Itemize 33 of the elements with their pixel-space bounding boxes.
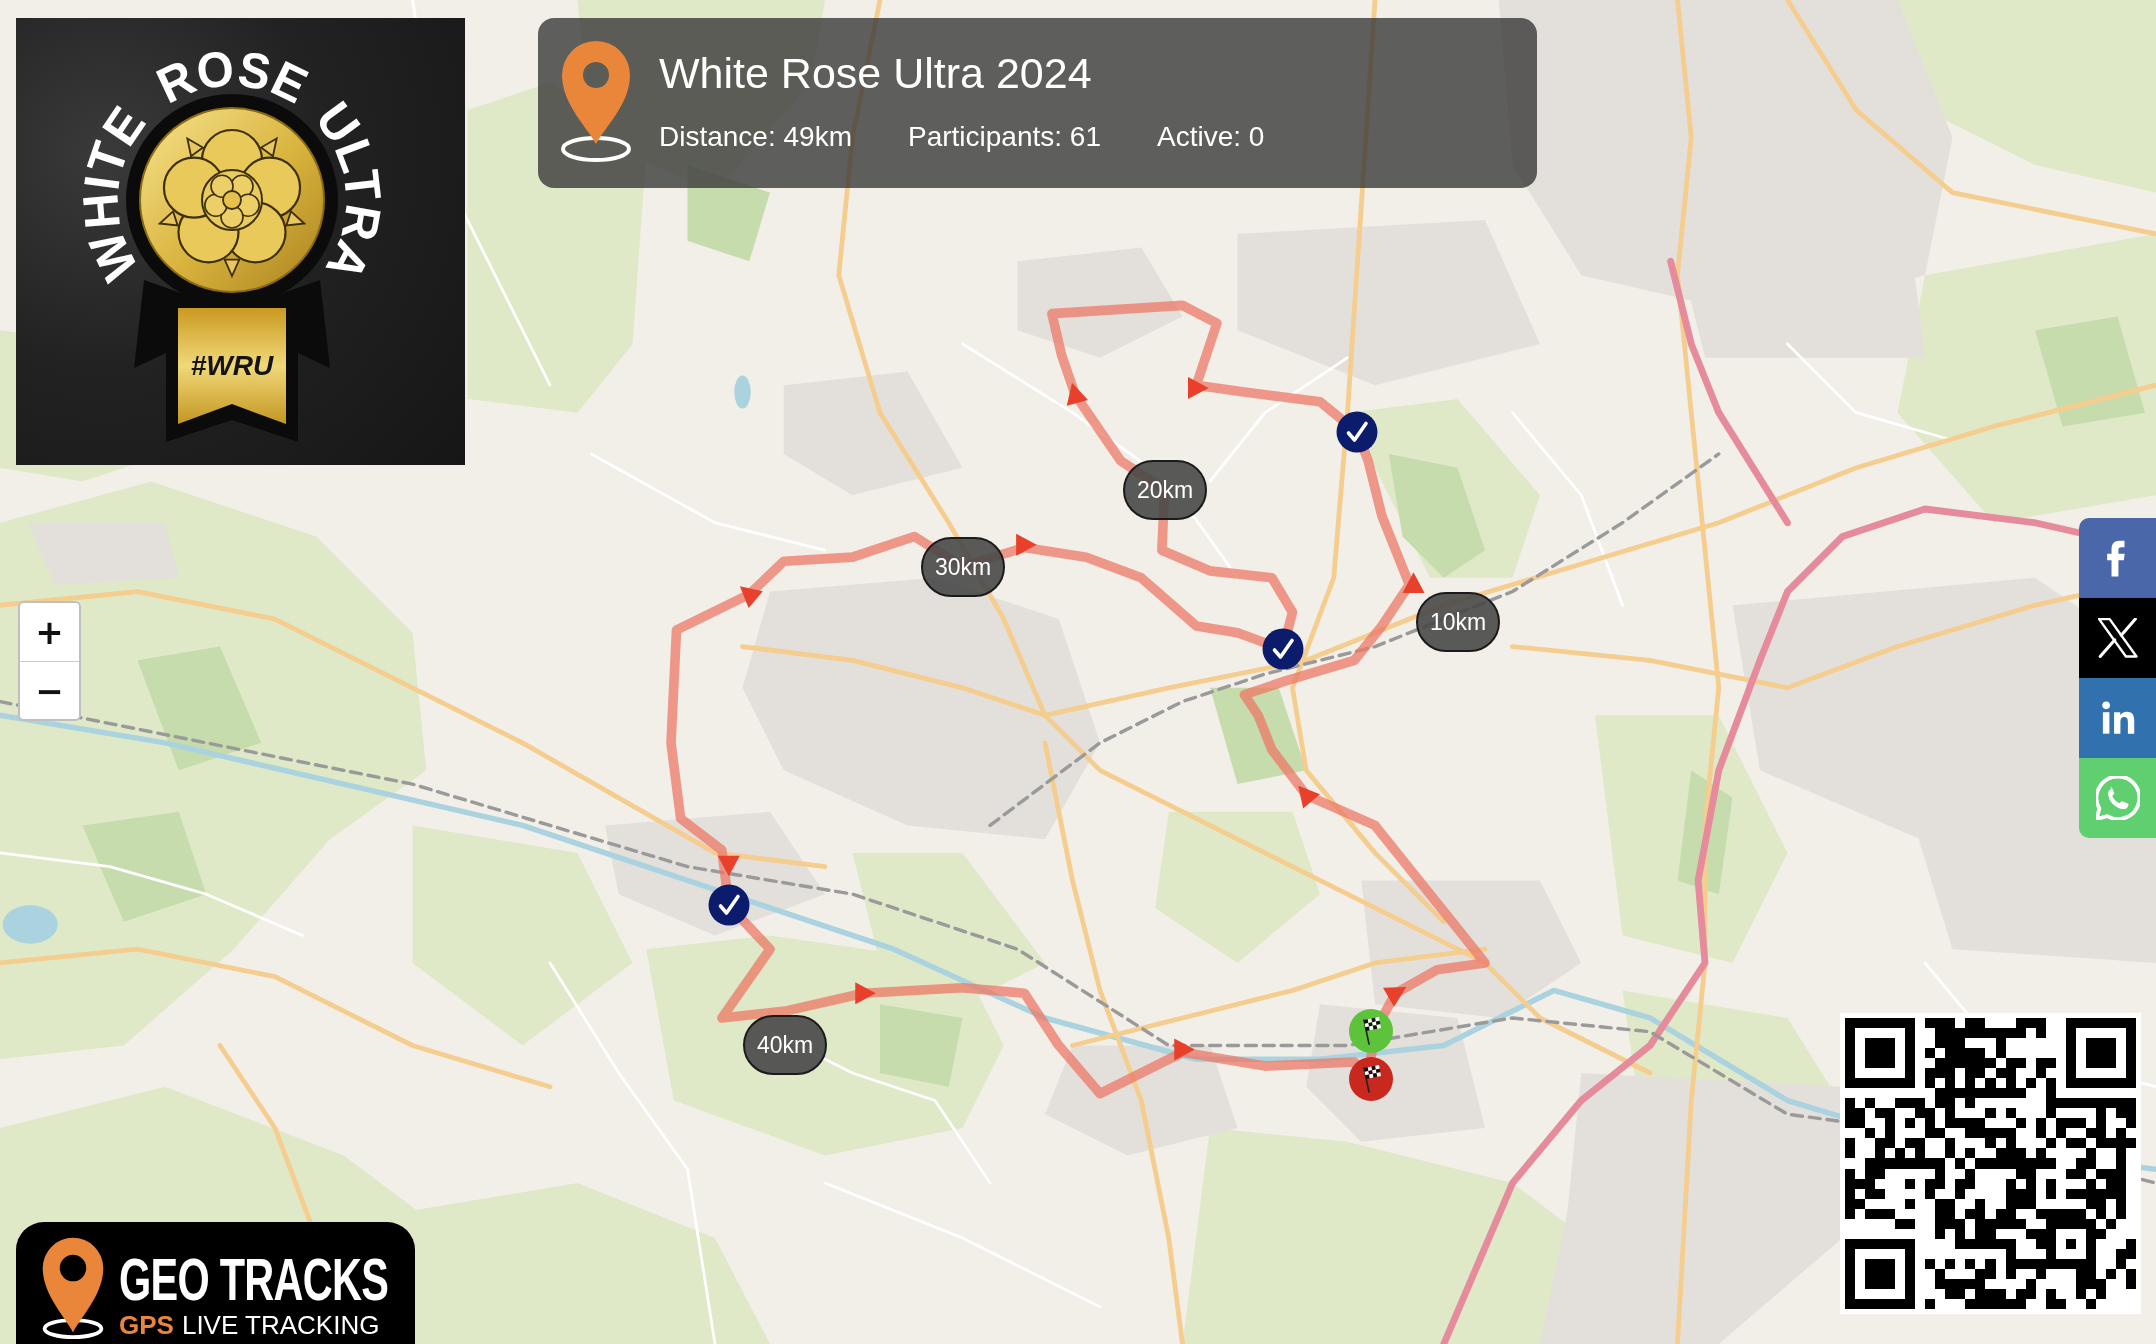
finish-flag-icon bbox=[1349, 1057, 1393, 1101]
direction-arrow-icon bbox=[1298, 785, 1320, 809]
brand-name: GEO TRACKS bbox=[119, 1250, 389, 1310]
checkpoint-icon bbox=[1336, 411, 1378, 453]
linkedin-icon bbox=[2100, 701, 2135, 735]
start-flag-icon bbox=[1349, 1009, 1393, 1053]
x-share-button[interactable] bbox=[2079, 598, 2156, 678]
lake bbox=[734, 375, 751, 409]
direction-arrow-icon bbox=[1066, 382, 1088, 406]
whatsapp-icon bbox=[2095, 776, 2140, 820]
zoom-out-button[interactable]: − bbox=[20, 661, 79, 719]
event-stat: Active: 0 bbox=[1156, 120, 1265, 154]
brand-tagline: LIVE TRACKING bbox=[181, 1310, 380, 1340]
facebook-share-button[interactable] bbox=[2079, 518, 2156, 598]
checkpoint-icon bbox=[708, 884, 750, 926]
event-stat: Distance: 49km bbox=[659, 120, 852, 154]
logo-title-word: ROSE bbox=[148, 39, 318, 116]
linkedin-share-button[interactable] bbox=[2079, 678, 2156, 758]
direction-arrow-icon bbox=[717, 855, 740, 877]
x-logo-icon bbox=[2097, 618, 2138, 658]
direction-arrow-icon bbox=[1383, 987, 1407, 1007]
logo-hashtag: #WRU bbox=[190, 350, 274, 381]
direction-arrow-icon bbox=[739, 586, 763, 608]
direction-arrow-icon bbox=[1174, 1038, 1195, 1061]
direction-arrow-icon bbox=[1402, 572, 1425, 593]
checkpoint-icon bbox=[1262, 628, 1304, 670]
direction-arrow-icon bbox=[1016, 533, 1037, 556]
direction-arrow-icon bbox=[855, 982, 876, 1005]
event-title: White Rose Ultra 2024 bbox=[659, 48, 1093, 99]
direction-arrow-icon bbox=[1188, 376, 1209, 399]
event-stat: Participants: 61 bbox=[907, 120, 1101, 154]
lake bbox=[2, 905, 58, 944]
brand-tag: GPS bbox=[119, 1310, 174, 1340]
